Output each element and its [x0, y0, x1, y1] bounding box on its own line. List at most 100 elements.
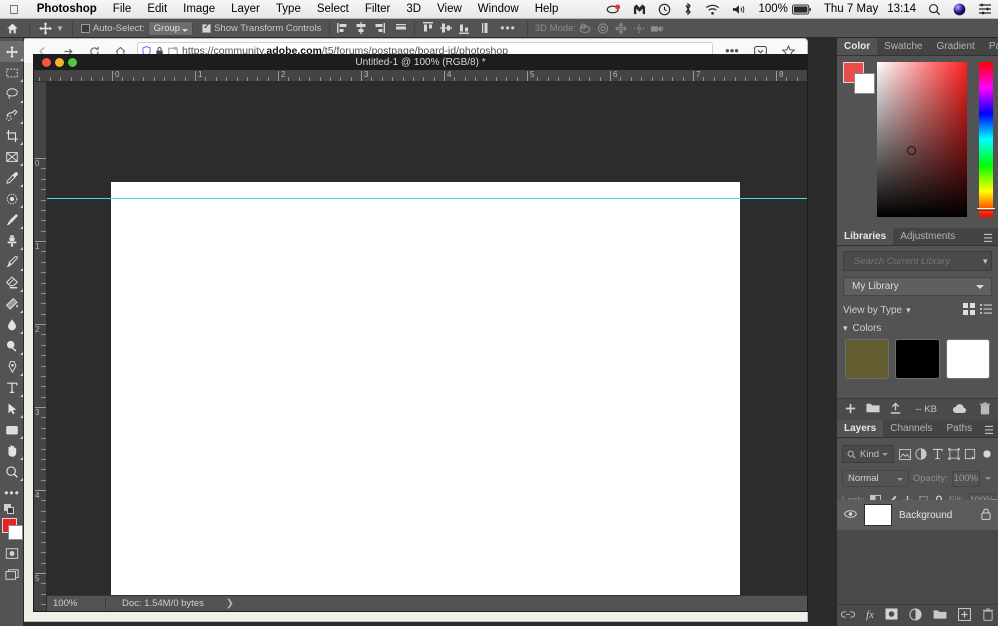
menu-file[interactable]: File — [105, 3, 140, 15]
menu-edit[interactable]: Edit — [139, 3, 175, 15]
menu-view[interactable]: View — [429, 3, 470, 15]
eyedropper-tool[interactable] — [0, 167, 24, 188]
filter-type-icon[interactable] — [931, 446, 943, 462]
add-layer-mask-icon[interactable] — [885, 608, 898, 623]
cloud-sync-icon[interactable] — [952, 403, 968, 417]
active-tool-preset[interactable]: ▼ — [35, 21, 67, 36]
time-machine-icon[interactable] — [652, 3, 677, 16]
delete-layer-icon[interactable] — [982, 608, 994, 624]
edit-toolbar-button[interactable]: ••• — [0, 482, 24, 503]
show-transform-controls-checkbox[interactable]: Show Transform Controls — [199, 23, 324, 34]
clone-stamp-tool[interactable] — [0, 230, 24, 251]
volume-icon[interactable] — [726, 3, 752, 16]
tab-gradients[interactable]: Gradient — [929, 38, 981, 55]
auto-select-scope-dropdown[interactable]: Group — [148, 21, 193, 36]
color-field[interactable] — [877, 62, 967, 217]
layer-name[interactable]: Background — [899, 510, 974, 521]
tab-channels[interactable]: Channels — [883, 420, 939, 437]
home-icon[interactable] — [0, 22, 24, 35]
menu-select[interactable]: Select — [309, 3, 357, 15]
frame-tool[interactable] — [0, 146, 24, 167]
blur-tool[interactable] — [0, 314, 24, 335]
menu-filter[interactable]: Filter — [357, 3, 399, 15]
canvas-area[interactable] — [47, 82, 807, 595]
pan-3d-icon[interactable] — [612, 20, 630, 36]
menu-type[interactable]: Type — [268, 3, 309, 15]
opacity-stepper[interactable] — [984, 471, 993, 487]
new-group-icon[interactable] — [933, 609, 947, 623]
menu-window[interactable]: Window — [470, 3, 527, 15]
new-adjustment-layer-icon[interactable] — [909, 608, 922, 624]
background-color-swatch[interactable] — [8, 525, 23, 540]
panel-menu-icon[interactable]: ☰ — [978, 232, 998, 245]
panel-menu-icon[interactable]: ☰ — [979, 424, 998, 437]
filter-shape-icon[interactable] — [948, 446, 960, 462]
opacity-value[interactable]: 100% — [952, 471, 980, 487]
chevron-down-icon[interactable]: ▾ — [906, 305, 911, 316]
delete-icon[interactable] — [979, 402, 991, 418]
screen-mode-icon[interactable] — [0, 564, 24, 585]
siri-icon[interactable] — [947, 3, 972, 16]
library-swatch[interactable] — [946, 339, 990, 379]
filter-pixel-icon[interactable] — [898, 446, 910, 462]
checkbox-box[interactable] — [81, 24, 90, 33]
roll-3d-icon[interactable] — [594, 20, 612, 36]
tab-patterns[interactable]: Patterns — [982, 38, 998, 55]
zoom-level[interactable]: 100% — [47, 598, 105, 609]
library-swatch[interactable] — [895, 339, 939, 379]
chevron-down-icon[interactable]: ▾ — [843, 323, 848, 334]
list-view-icon[interactable] — [980, 303, 992, 318]
chevron-down-icon[interactable]: ▾ — [983, 256, 988, 267]
distribute-horizontal-icon[interactable] — [393, 20, 409, 36]
scale-3d-camera-icon[interactable] — [648, 20, 666, 36]
pen-tool[interactable] — [0, 356, 24, 377]
align-horizontal-centers-icon[interactable] — [353, 20, 369, 36]
eraser-tool[interactable] — [0, 272, 24, 293]
checkbox-box[interactable] — [202, 24, 211, 33]
status-expand-chevron[interactable]: ❯ — [204, 598, 234, 609]
rectangular-marquee-tool[interactable] — [0, 62, 24, 83]
tab-libraries[interactable]: Libraries — [837, 228, 893, 245]
library-swatch[interactable] — [845, 339, 889, 379]
layer-list[interactable]: Background — [837, 500, 998, 604]
bluetooth-icon[interactable] — [677, 2, 699, 16]
menu-3d[interactable]: 3D — [398, 3, 429, 15]
color-field-marker[interactable] — [907, 146, 916, 155]
distribute-vertical-icon[interactable] — [478, 20, 494, 36]
battery-icon[interactable] — [790, 4, 818, 15]
auto-select-checkbox[interactable]: Auto-Select: — [78, 23, 148, 34]
tab-paths[interactable]: Paths — [940, 420, 980, 437]
link-layers-icon[interactable] — [841, 610, 855, 622]
canvas-sheet[interactable] — [111, 182, 740, 595]
rotate-3d-icon[interactable] — [576, 20, 594, 36]
filter-adjustment-icon[interactable] — [915, 446, 927, 462]
table-row[interactable]: Background — [837, 500, 998, 530]
spot-healing-brush-tool[interactable] — [0, 188, 24, 209]
menu-help[interactable]: Help — [527, 3, 567, 15]
brush-tool[interactable] — [0, 209, 24, 230]
rectangle-tool[interactable] — [0, 419, 24, 440]
apple-icon[interactable]:  — [0, 3, 29, 16]
filter-smart-object-icon[interactable] — [964, 446, 976, 462]
hue-slider-marker[interactable] — [977, 208, 995, 211]
tab-color[interactable]: Color — [837, 38, 877, 55]
new-library-icon[interactable] — [866, 402, 880, 417]
layer-style-fx-icon[interactable]: fx — [866, 610, 874, 621]
vertical-ruler[interactable]: 012345 — [34, 82, 47, 611]
eye-icon[interactable] — [844, 509, 857, 522]
horizontal-ruler[interactable]: 012345678 — [34, 70, 807, 82]
spotlight-search-icon[interactable] — [922, 3, 947, 16]
menu-image[interactable]: Image — [175, 3, 223, 15]
search-input[interactable] — [854, 256, 978, 267]
tab-swatches[interactable]: Swatche — [877, 38, 929, 55]
tab-adjustments[interactable]: Adjustments — [893, 228, 962, 245]
move-tool[interactable] — [0, 41, 24, 62]
quick-mask-icon[interactable] — [0, 543, 24, 564]
malwarebytes-icon[interactable] — [627, 3, 652, 16]
control-center-icon[interactable] — [972, 3, 998, 15]
lock-icon[interactable] — [981, 508, 991, 523]
view-by-label[interactable]: View by Type — [843, 305, 902, 316]
blend-mode-dropdown[interactable]: Normal — [842, 470, 909, 487]
tab-layers[interactable]: Layers — [837, 420, 883, 437]
horizontal-type-tool[interactable] — [0, 377, 24, 398]
